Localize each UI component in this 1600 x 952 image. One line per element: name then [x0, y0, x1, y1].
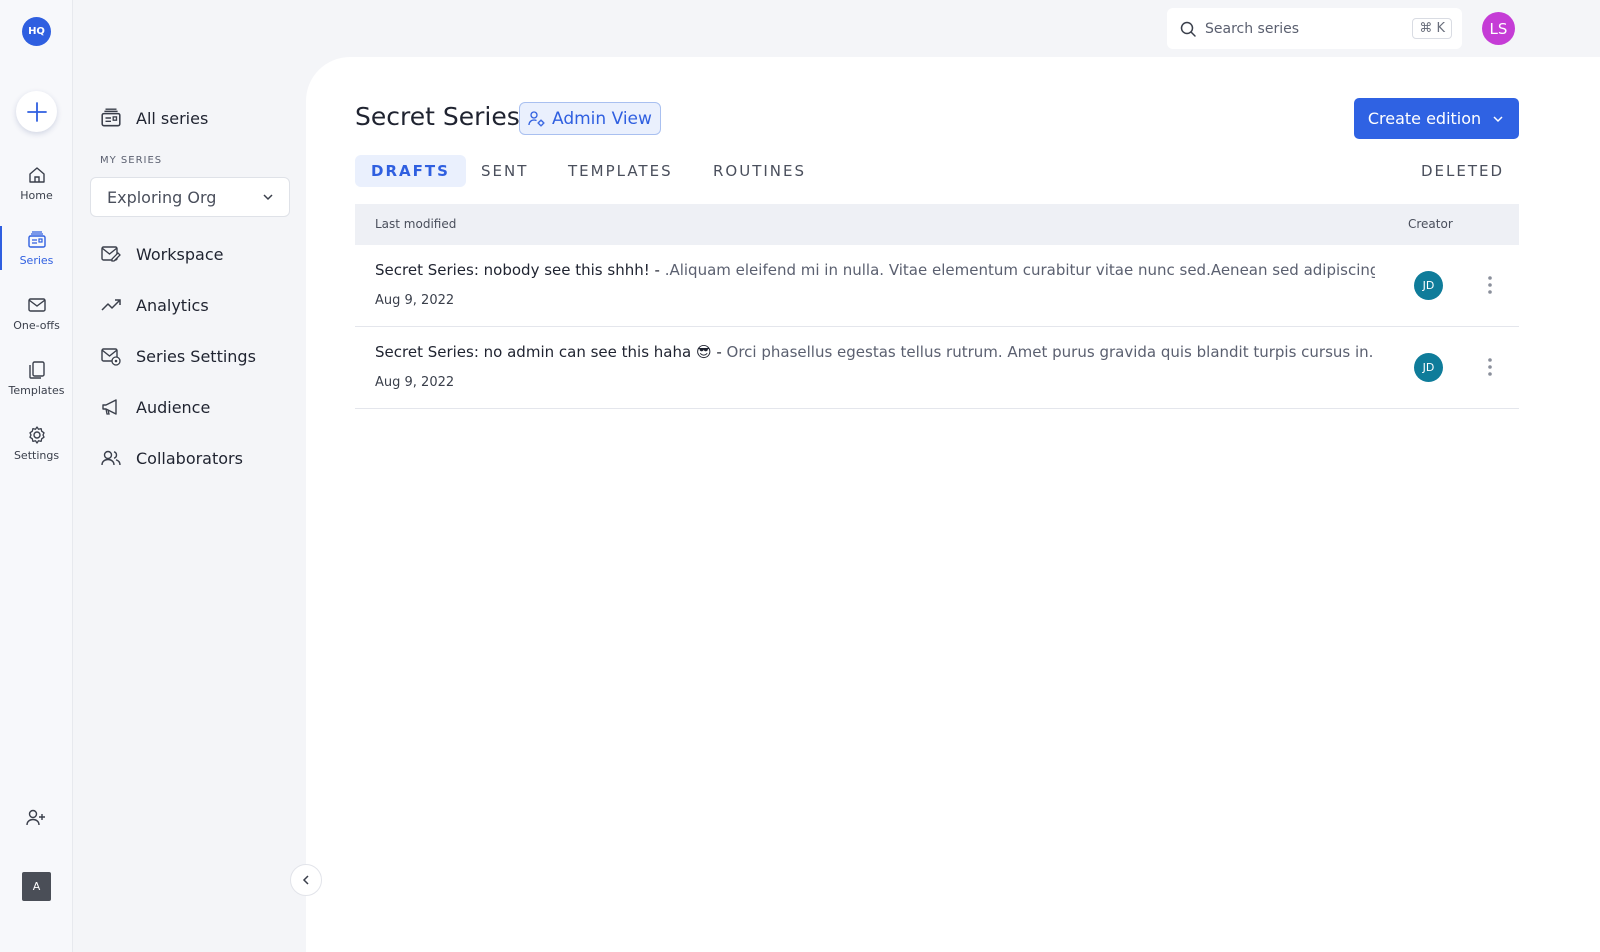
sidebar-item-audience[interactable]: Audience [100, 392, 210, 422]
chevron-down-icon [1493, 115, 1503, 122]
sidebar-label-workspace: Workspace [136, 244, 224, 264]
rail-item-templates[interactable]: Templates [0, 350, 73, 406]
more-vertical-icon [1488, 358, 1492, 376]
sidebar-item-all-series[interactable]: All series [100, 103, 208, 133]
chevron-left-icon [302, 875, 309, 885]
templates-icon [28, 360, 45, 379]
series-sidebar: All series MY SERIES Exploring Org Works… [73, 0, 306, 952]
admin-user-icon [528, 110, 546, 128]
tab-deleted[interactable]: DELETED [1405, 155, 1520, 187]
table-row[interactable]: Secret Series: no admin can see this hah… [355, 327, 1519, 409]
section-label-my-series: MY SERIES [100, 155, 163, 166]
row-more-button[interactable] [1479, 353, 1501, 381]
create-edition-label: Create edition [1367, 109, 1482, 128]
chevron-down-icon [263, 194, 273, 201]
rail-label-series: Series [19, 253, 54, 267]
series-icon [100, 107, 122, 129]
plus-icon [26, 101, 47, 122]
sidebar-label-audience: Audience [136, 397, 211, 417]
gear-icon [28, 425, 45, 444]
rail-label-home: Home [20, 188, 53, 202]
tab-routines[interactable]: ROUTINES [697, 155, 822, 187]
user-avatar[interactable]: LS [1482, 12, 1515, 45]
creator-avatar: JD [1414, 353, 1443, 382]
column-creator: Creator [1408, 217, 1453, 231]
series-icon [27, 230, 46, 248]
table-row[interactable]: Secret Series: nobody see this shhh! - .… [355, 245, 1519, 327]
search-input[interactable]: Search series ⌘ K [1167, 8, 1462, 49]
sidebar-label-collaborators: Collaborators [136, 448, 243, 468]
page-title: Secret Series [355, 102, 520, 131]
sidebar-item-workspace[interactable]: Workspace [100, 239, 223, 269]
admin-view-label: Admin View [552, 108, 652, 129]
sidebar-item-analytics[interactable]: Analytics [100, 290, 209, 320]
tab-drafts[interactable]: DRAFTS [355, 155, 466, 187]
megaphone-icon [100, 396, 122, 418]
analytics-icon [100, 294, 122, 316]
search-icon [1179, 20, 1197, 38]
rail-item-home[interactable]: Home [0, 155, 73, 211]
app-logo[interactable]: HQ [22, 17, 51, 46]
column-last-modified[interactable]: Last modified [375, 217, 456, 231]
sidebar-label-analytics: Analytics [136, 295, 209, 315]
one-offs-icon [27, 297, 46, 312]
users-icon [100, 447, 122, 469]
tab-sent[interactable]: SENT [465, 155, 544, 187]
sidebar-label-all-series: All series [136, 108, 209, 128]
admin-view-badge[interactable]: Admin View [519, 102, 661, 135]
add-user-icon [26, 809, 45, 826]
draft-preview: Orci phasellus egestas tellus rutrum. Am… [726, 343, 1375, 361]
home-icon [28, 166, 45, 183]
rail-label-one-offs: One-offs [13, 318, 60, 332]
draft-title-line: Secret Series: nobody see this shhh! - .… [375, 261, 1375, 279]
sidebar-item-collaborators[interactable]: Collaborators [100, 443, 243, 473]
create-new-button[interactable] [16, 91, 57, 132]
draft-date: Aug 9, 2022 [375, 293, 455, 308]
sidebar-item-series-settings[interactable]: Series Settings [100, 341, 256, 371]
draft-date: Aug 9, 2022 [375, 375, 455, 390]
tab-templates[interactable]: TEMPLATES [552, 155, 689, 187]
rail-item-series[interactable]: Series [0, 220, 73, 276]
create-edition-button[interactable]: Create edition [1354, 98, 1519, 139]
more-vertical-icon [1488, 276, 1492, 294]
collapse-sidebar-button[interactable] [290, 864, 322, 896]
table-header: Last modified Creator [355, 204, 1519, 245]
search-placeholder: Search series [1205, 20, 1300, 37]
draft-title: Secret Series: nobody see this shhh! - [375, 261, 665, 279]
rail-label-settings: Settings [13, 448, 60, 462]
rail-label-templates: Templates [8, 383, 65, 397]
workspace-avatar[interactable]: A [22, 872, 51, 901]
icon-rail: HQ Home Series One-offs Templates Settin… [0, 0, 73, 952]
sidebar-label-series-settings: Series Settings [136, 346, 256, 366]
main-panel: Secret Series Admin View Create edition … [306, 57, 1600, 952]
search-shortcut: ⌘ K [1412, 18, 1452, 39]
org-select[interactable]: Exploring Org [90, 177, 290, 217]
row-more-button[interactable] [1479, 271, 1501, 299]
draft-title-line: Secret Series: no admin can see this hah… [375, 343, 1375, 361]
draft-title: Secret Series: no admin can see this hah… [375, 343, 727, 361]
creator-avatar: JD [1414, 271, 1443, 300]
rail-item-settings[interactable]: Settings [0, 415, 73, 471]
draft-preview: .Aliquam eleifend mi in nulla. Vitae ele… [664, 261, 1375, 279]
series-settings-icon [100, 345, 122, 367]
workspace-icon [100, 243, 122, 265]
invite-user-button[interactable] [25, 808, 47, 832]
org-select-value: Exploring Org [107, 187, 217, 207]
rail-item-one-offs[interactable]: One-offs [0, 285, 73, 341]
